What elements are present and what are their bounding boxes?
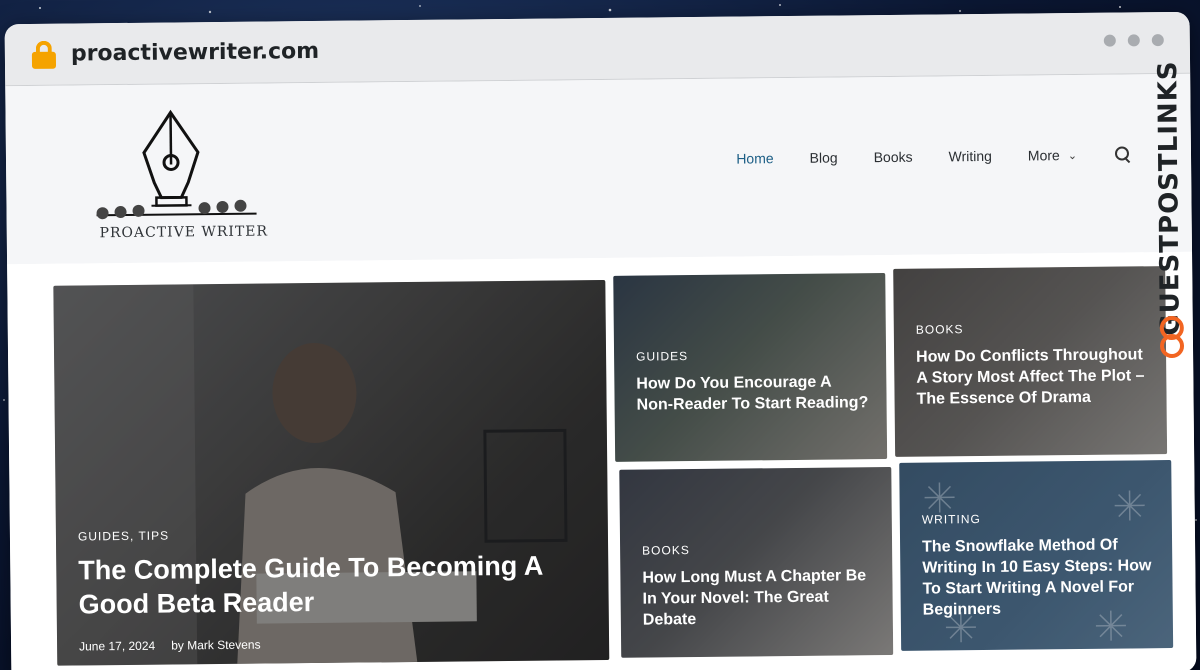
- nav-books[interactable]: Books: [874, 149, 913, 165]
- site-logo-text[interactable]: PROACTIVE WRITER: [99, 223, 269, 241]
- url-text[interactable]: proactivewriter.com: [71, 39, 319, 67]
- post-card[interactable]: WRITING The Snowflake Method Of Writing …: [899, 460, 1174, 651]
- post-category[interactable]: GUIDES: [636, 347, 868, 364]
- link-chain-icon: [1159, 316, 1185, 359]
- nav-home[interactable]: Home: [736, 150, 774, 166]
- watermark-text: GUESTPOSTLINKS: [1153, 60, 1186, 336]
- window-controls: [1103, 34, 1164, 47]
- nav-blog[interactable]: Blog: [810, 150, 838, 166]
- post-category[interactable]: BOOKS: [916, 320, 1148, 336]
- window-dot-icon[interactable]: [1127, 34, 1140, 47]
- post-category[interactable]: BOOKS: [642, 541, 874, 557]
- site-header: PROACTIVE WRITER Home Blog Books Writing…: [5, 73, 1193, 265]
- post-card[interactable]: BOOKS How Do Conflicts Throughout A Stor…: [893, 266, 1168, 457]
- post-date: June 17, 2024: [79, 638, 156, 654]
- post-title[interactable]: The Complete Guide To Becoming A Good Be…: [78, 548, 591, 621]
- featured-post-card[interactable]: GUIDES, TIPS The Complete Guide To Becom…: [53, 279, 610, 666]
- lock-icon: [31, 40, 57, 69]
- window-dot-icon[interactable]: [1103, 34, 1116, 47]
- browser-window: proactivewriter.com PROACTIVE WRITER Hom…: [4, 11, 1197, 670]
- post-title[interactable]: The Snowflake Method Of Writing In 10 Ea…: [922, 534, 1155, 620]
- post-card[interactable]: BOOKS How Long Must A Chapter Be In Your…: [619, 466, 894, 658]
- post-card[interactable]: GUIDES How Do You Encourage A Non-Reader…: [613, 273, 888, 462]
- window-dot-icon[interactable]: [1151, 34, 1164, 47]
- post-grid: GUIDES, TIPS The Complete Guide To Becom…: [7, 251, 1197, 670]
- post-author[interactable]: by Mark Stevens: [171, 638, 261, 653]
- post-category[interactable]: WRITING: [922, 510, 1154, 527]
- nav-more[interactable]: More ⌄: [1027, 147, 1078, 164]
- search-icon[interactable]: [1115, 146, 1131, 162]
- guestpostlinks-watermark: GUESTPOSTLINKS: [1150, 60, 1189, 368]
- chevron-down-icon: ⌄: [1067, 149, 1078, 162]
- nav-more-label: More: [1027, 147, 1060, 164]
- post-title[interactable]: How Long Must A Chapter Be In Your Novel…: [642, 565, 875, 630]
- post-title[interactable]: How Do You Encourage A Non-Reader To Sta…: [636, 371, 868, 415]
- nav-writing[interactable]: Writing: [948, 148, 991, 164]
- main-navigation: Home Blog Books Writing More ⌄: [736, 146, 1131, 166]
- post-title[interactable]: How Do Conflicts Throughout A Story Most…: [916, 344, 1149, 409]
